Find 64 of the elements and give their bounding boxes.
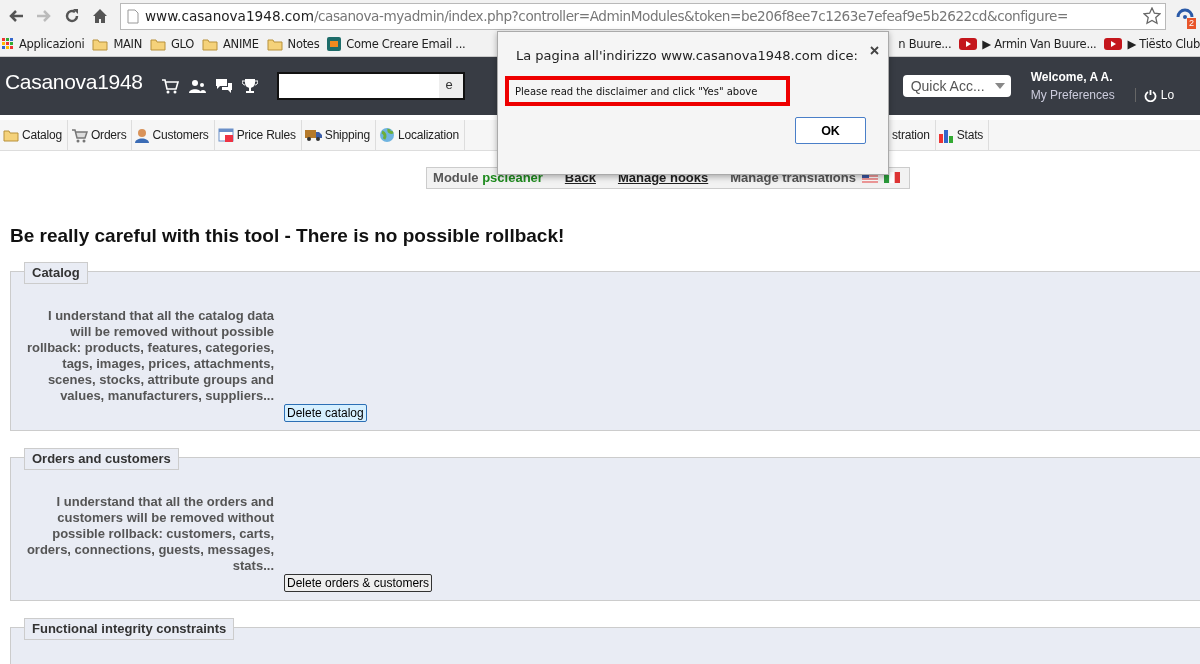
disclaimer-text: I understand that all the catalog data will be removed without possible rollback: products, features, categories, tags, images, prices, attachments, scenes, stocks, attribute groups and values, manufacturers, suppliers...: [25, 308, 274, 404]
video-icon: [1104, 38, 1123, 50]
truck-icon: [304, 128, 322, 142]
dialog-title: La pagina all'indirizzo www.casanova1948.com dice:: [516, 48, 858, 63]
menu-tab[interactable]: Orders: [67, 120, 133, 150]
people-icon[interactable]: [187, 78, 206, 94]
reload-icon[interactable]: [63, 7, 81, 25]
ok-button[interactable]: OK: [795, 117, 866, 144]
module-name: Module pscleaner: [433, 170, 543, 185]
delete-button[interactable]: Delete catalog: [284, 404, 367, 422]
bookmark[interactable]: ▶ Tiësto Club: [1104, 37, 1200, 51]
bookmark[interactable]: Notes: [266, 37, 320, 51]
menu-tab[interactable]: Customers: [132, 120, 215, 150]
delete-button[interactable]: Delete orders & customers: [284, 574, 433, 592]
folder-icon: [92, 37, 109, 51]
menu-tab[interactable]: Localization: [375, 120, 465, 150]
search-field[interactable]: e: [276, 72, 465, 100]
power-icon: [1143, 88, 1157, 102]
page-icon: [127, 8, 139, 24]
site-icon: [327, 37, 342, 51]
bookmark[interactable]: MAIN: [92, 37, 142, 51]
site-logo[interactable]: Casanova1948: [5, 70, 143, 94]
folder-icon: [3, 128, 19, 142]
caret-icon: [994, 83, 1005, 89]
folder-icon: [202, 37, 219, 51]
close-icon[interactable]: [870, 46, 879, 55]
menu-tab[interactable]: Shipping: [301, 120, 376, 150]
section-legend: Functional integrity constraints: [24, 618, 235, 640]
cart-icon: [70, 127, 88, 143]
chat-icon[interactable]: [214, 78, 233, 94]
apps-icon: [2, 38, 14, 50]
section-legend: Catalog: [24, 262, 88, 284]
menu-tab[interactable]: Catalog: [0, 120, 68, 150]
section-legend: Orders and customers: [24, 448, 179, 470]
folder-icon: [266, 37, 283, 51]
bookmark[interactable]: n Buure...: [898, 37, 952, 51]
bar-chart-icon: [938, 127, 954, 143]
bookmark[interactable]: ANIME: [202, 37, 259, 51]
search-type-selector[interactable]: e: [439, 74, 463, 98]
globe-icon: [378, 127, 395, 143]
bookmark[interactable]: Come Creare Email ...: [327, 37, 466, 51]
warning-heading: Be really careful with this tool - There is no possible rollback!: [10, 225, 566, 247]
disclaimer-text: I understand that all the orders and customers will be removed without possible rollback: customers, carts, orders, connections, guests, messages, stats...: [25, 494, 274, 574]
bookmark[interactable]: Applicazioni: [2, 37, 85, 51]
video-icon: [959, 38, 978, 50]
preferences-link[interactable]: My Preferences: [1030, 88, 1115, 102]
logout-link[interactable]: Lo: [1134, 88, 1175, 102]
cart-icon[interactable]: [160, 78, 179, 94]
dialog-message: Please read the disclaimer and click "Yes" above: [505, 76, 790, 106]
flag-icon[interactable]: [883, 172, 900, 183]
star-icon[interactable]: [1143, 7, 1161, 25]
trophy-icon[interactable]: [241, 78, 258, 94]
bookmark[interactable]: GLO: [150, 37, 195, 51]
count-badge: 2: [1187, 18, 1196, 29]
folder-icon: [150, 37, 166, 51]
price-tag-icon: [217, 127, 234, 143]
quick-access-dropdown[interactable]: Quick Acc...: [902, 75, 1011, 97]
home-icon[interactable]: [91, 7, 109, 25]
person-icon: [135, 127, 150, 143]
menu-tab[interactable]: Stats: [935, 120, 990, 150]
address-bar[interactable]: www.casanova1948.com/casanova-myadmin/index.php?controller=AdminModules&token=be206f8ee7c1263e7efeaf9e5b2622cd&configure=: [120, 2, 1166, 30]
bookmark[interactable]: ▶ Armin Van Buure...: [959, 37, 1097, 51]
menu-tab[interactable]: Price Rules: [214, 120, 302, 150]
welcome-text: Welcome, A A.: [1030, 70, 1114, 84]
